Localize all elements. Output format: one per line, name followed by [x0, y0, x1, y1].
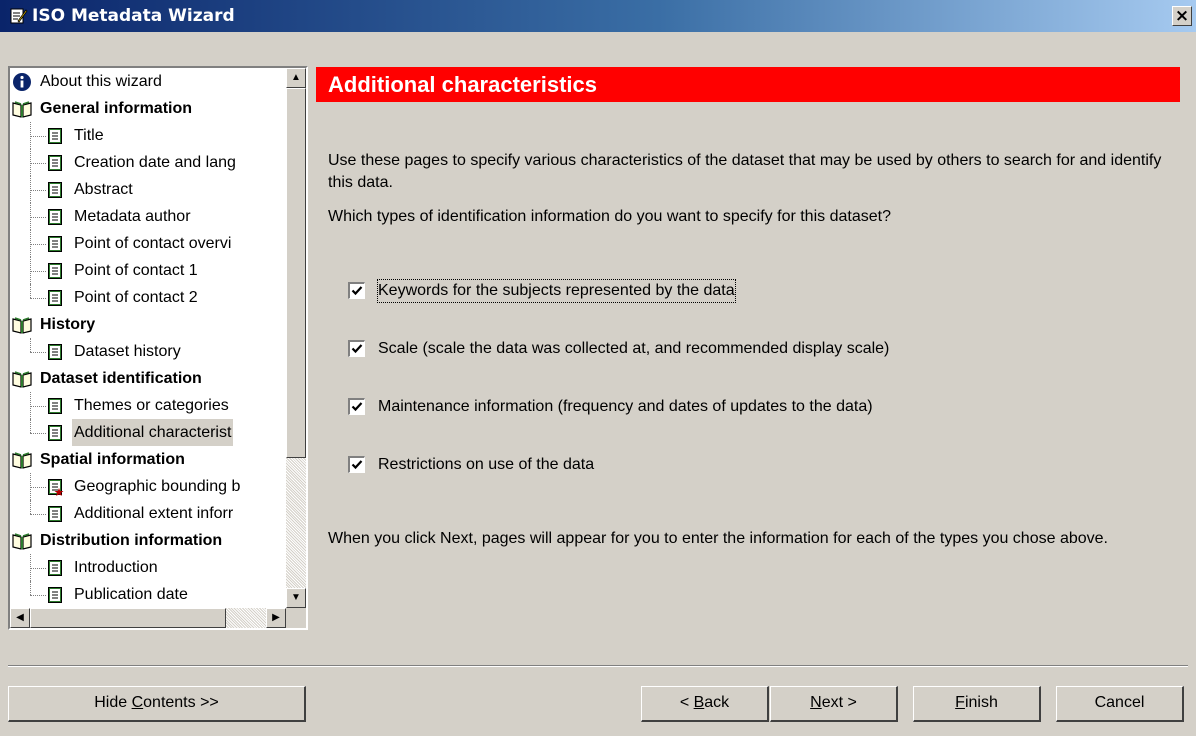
tree-item-label: Metadata author — [74, 208, 191, 225]
checkmark-icon — [351, 402, 363, 412]
hide-contents-button[interactable]: Hide Contents >> — [8, 686, 306, 722]
tree-item[interactable]: Point of contact 1 — [10, 257, 286, 284]
tree-item[interactable]: Themes or categories — [10, 392, 286, 419]
option-checkbox[interactable] — [348, 282, 365, 299]
checkmark-icon — [351, 344, 363, 354]
tree-item-label: Additional characterist — [72, 419, 234, 446]
tree-item[interactable]: Geographic bounding b — [10, 473, 286, 500]
option-checkbox[interactable] — [348, 340, 365, 357]
tree-item[interactable]: Point of contact overvi — [10, 230, 286, 257]
tree-item[interactable]: Dataset history — [10, 338, 286, 365]
tree-item[interactable]: Point of contact 2 — [10, 284, 286, 311]
intro-text: Use these pages to specify various chara… — [328, 152, 1162, 191]
book-icon — [12, 533, 32, 550]
page-icon — [48, 236, 62, 252]
option-label[interactable]: Maintenance information (frequency and d… — [378, 396, 873, 418]
option-label[interactable]: Restrictions on use of the data — [378, 454, 594, 476]
question-text: Which types of identification informatio… — [328, 208, 891, 225]
tree-item-label: Dataset identification — [40, 370, 202, 387]
contents-tree[interactable]: About this wizard General information Titl… — [8, 66, 308, 630]
tree-item[interactable]: About this wizard — [10, 68, 286, 95]
tree-item-label: Distribution information — [40, 532, 223, 549]
tree-item[interactable]: Title — [10, 122, 286, 149]
tree-item[interactable]: Distribution information — [10, 527, 286, 554]
tree-item-label: Publication date — [74, 586, 188, 603]
scroll-left-button[interactable]: ◀ — [10, 608, 30, 628]
page-icon — [48, 263, 62, 279]
scrollbar-corner — [286, 608, 306, 628]
book-icon — [12, 317, 32, 334]
finish-button[interactable]: Finish — [913, 686, 1041, 722]
wizard-app-icon — [10, 8, 28, 24]
book-icon — [12, 371, 32, 388]
close-button[interactable]: × — [1172, 6, 1192, 26]
tree-item[interactable]: Additional extent inforr — [10, 500, 286, 527]
tree-item-label: About this wizard — [40, 73, 162, 90]
wizard-window: ISO Metadata Wizard × About this wizard G… — [0, 0, 1196, 736]
option-checkbox[interactable] — [348, 398, 365, 415]
scroll-down-button[interactable]: ▼ — [286, 588, 306, 608]
page-icon — [48, 155, 62, 171]
tree-list: About this wizard General information Titl… — [10, 68, 286, 608]
scroll-up-button[interactable]: ▲ — [286, 68, 306, 88]
next-button[interactable]: Next > — [770, 686, 898, 722]
footer-note: When you click Next, pages will appear f… — [328, 530, 1108, 547]
book-icon — [12, 101, 32, 118]
scroll-right-button[interactable]: ▶ — [266, 608, 286, 628]
tree-item[interactable]: Additional characterist — [10, 419, 286, 446]
back-button[interactable]: < Back — [641, 686, 769, 722]
button-separator — [8, 665, 1188, 667]
tree-item[interactable]: Spatial information — [10, 446, 286, 473]
tree-item-label: Additional extent inforr — [74, 505, 234, 522]
tree-item-label: Introduction — [74, 559, 158, 576]
tree-item-label: Point of contact overvi — [74, 235, 232, 252]
cancel-button[interactable]: Cancel — [1056, 686, 1184, 722]
page-icon — [48, 560, 62, 576]
tree-item-label: Geographic bounding b — [74, 478, 241, 495]
page-icon — [48, 425, 62, 441]
tree-item-label: Point of contact 2 — [74, 289, 198, 306]
horizontal-scrollbar[interactable]: ◀ ▶ — [10, 608, 286, 628]
page-required-icon — [48, 479, 64, 496]
tree-item-label: Dataset history — [74, 343, 181, 360]
tree-item-label: Spatial information — [40, 451, 185, 468]
page-icon — [48, 398, 62, 414]
tree-item[interactable]: Introduction — [10, 554, 286, 581]
page-heading: Additional characteristics — [316, 67, 1180, 102]
tree-item[interactable]: General information — [10, 95, 286, 122]
tree-item[interactable]: History — [10, 311, 286, 338]
page-icon — [48, 344, 62, 360]
page-icon — [48, 506, 62, 522]
tree-item-label: Themes or categories — [74, 397, 229, 414]
page-icon — [48, 128, 62, 144]
tree-item[interactable]: Metadata author — [10, 203, 286, 230]
window-title: ISO Metadata Wizard — [32, 6, 235, 26]
page-icon — [48, 290, 62, 306]
option-label[interactable]: Keywords for the subjects represented by… — [377, 279, 736, 303]
tree-item-label: Title — [74, 127, 104, 144]
tree-item-label: Abstract — [74, 181, 133, 198]
page-icon — [48, 209, 62, 225]
tree-item-label: Point of contact 1 — [74, 262, 198, 279]
option-checkbox[interactable] — [348, 456, 365, 473]
tree-item-label: General information — [40, 100, 193, 117]
book-icon — [12, 452, 32, 469]
tree-item[interactable]: Dataset identification — [10, 365, 286, 392]
tree-item-label: Creation date and lang — [74, 154, 236, 171]
tree-item-label: History — [40, 316, 96, 333]
tree-item[interactable]: Creation date and lang — [10, 149, 286, 176]
tree-item[interactable]: Abstract — [10, 176, 286, 203]
tree-item[interactable]: Publication date — [10, 581, 286, 608]
page-icon — [48, 182, 62, 198]
info-icon — [13, 73, 31, 91]
horizontal-scroll-thumb[interactable] — [30, 608, 226, 628]
title-bar: ISO Metadata Wizard × — [0, 0, 1196, 32]
vertical-scrollbar[interactable]: ▲ ▼ — [286, 68, 306, 608]
page-icon — [48, 587, 62, 603]
close-icon: × — [1174, 6, 1190, 26]
vertical-scroll-thumb[interactable] — [286, 88, 306, 458]
checkmark-icon — [351, 286, 363, 296]
checkmark-icon — [351, 460, 363, 470]
option-label[interactable]: Scale (scale the data was collected at, … — [378, 338, 889, 360]
